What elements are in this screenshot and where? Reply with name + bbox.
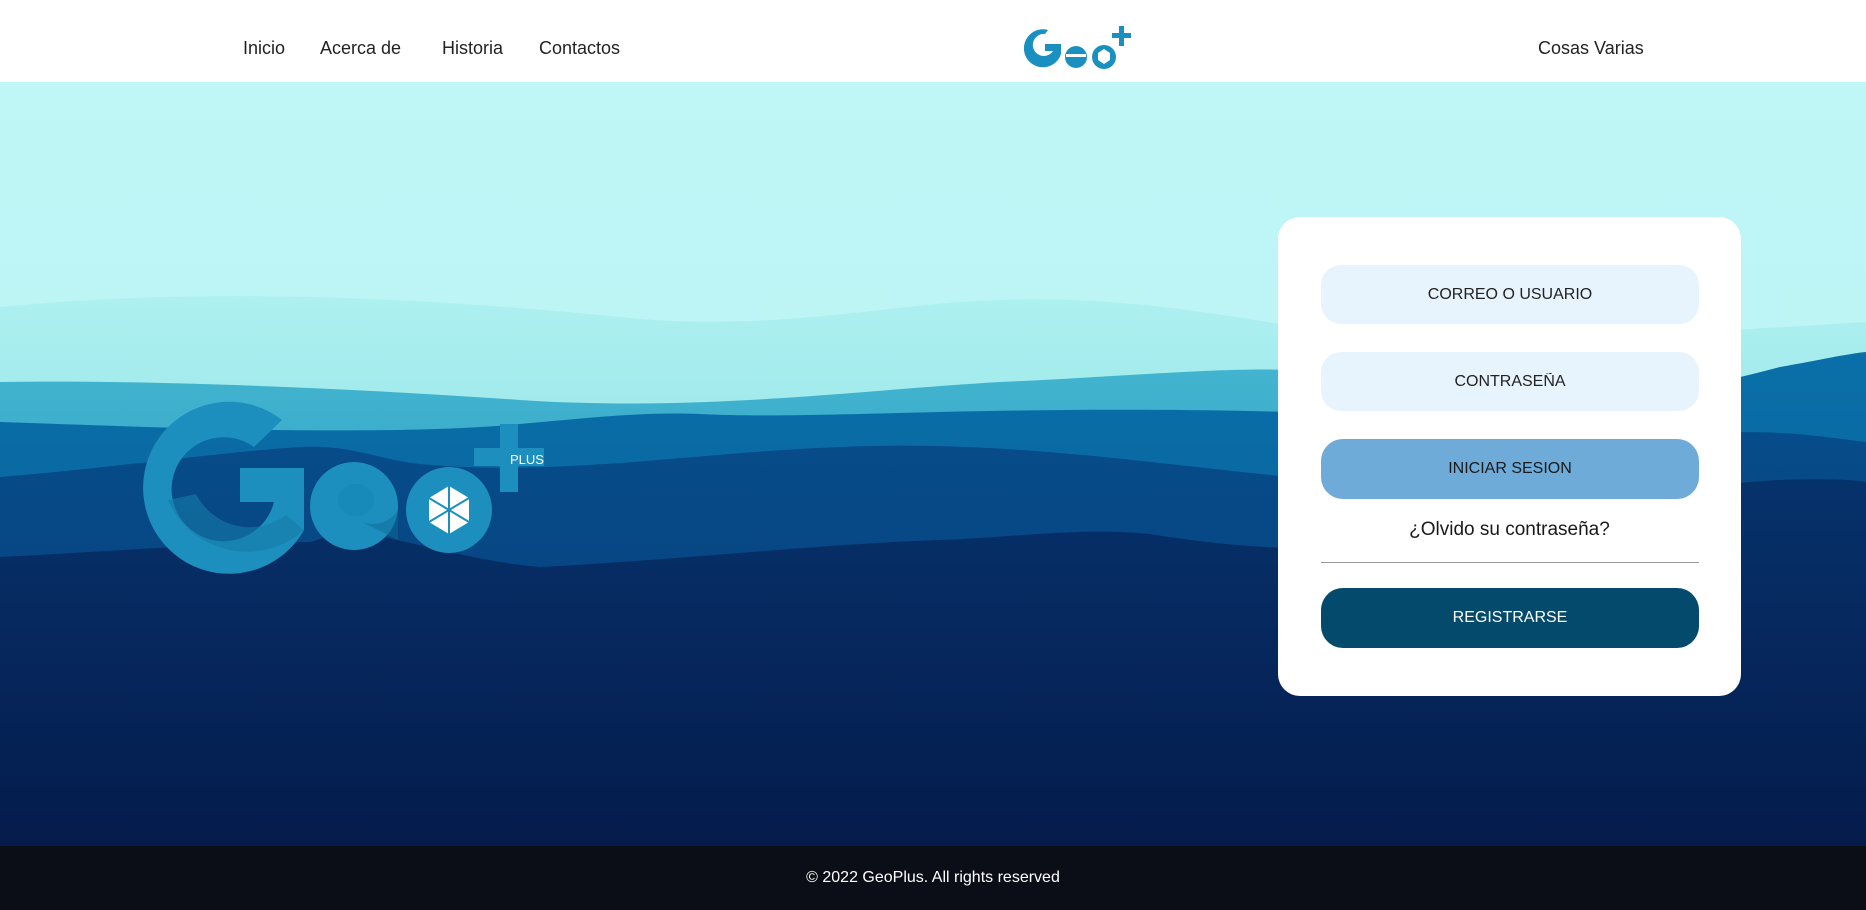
hero-section: PLUS INICIAR SESION ¿Olvido su contraseñ… [0,82,1866,846]
email-or-username-input[interactable] [1321,265,1699,324]
top-navbar: Inicio Acerca de Historia Contactos Cosa… [0,0,1866,82]
nav-link-inicio[interactable]: Inicio [243,38,285,59]
copyright-text: © 2022 GeoPlus. All rights reserved [806,869,1060,886]
divider [1321,562,1699,563]
geoplus-logo-icon[interactable] [1018,14,1140,74]
register-button[interactable]: REGISTRARSE [1321,588,1699,648]
login-button[interactable]: INICIAR SESION [1321,439,1699,499]
nav-link-contactos[interactable]: Contactos [539,38,620,59]
nav-link-historia[interactable]: Historia [442,38,503,59]
geoplus-hero-logo-icon: PLUS [143,401,544,574]
nav-link-cosas-varias[interactable]: Cosas Varias [1538,38,1644,59]
forgot-password-link[interactable]: ¿Olvido su contraseña? [1278,519,1741,541]
nav-link-acerca-de[interactable]: Acerca de [320,38,401,59]
login-card: INICIAR SESION ¿Olvido su contraseña? RE… [1278,217,1741,696]
footer: © 2022 GeoPlus. All rights reserved [0,846,1866,910]
password-input[interactable] [1321,352,1699,411]
logo-plus-text: PLUS [510,452,544,467]
